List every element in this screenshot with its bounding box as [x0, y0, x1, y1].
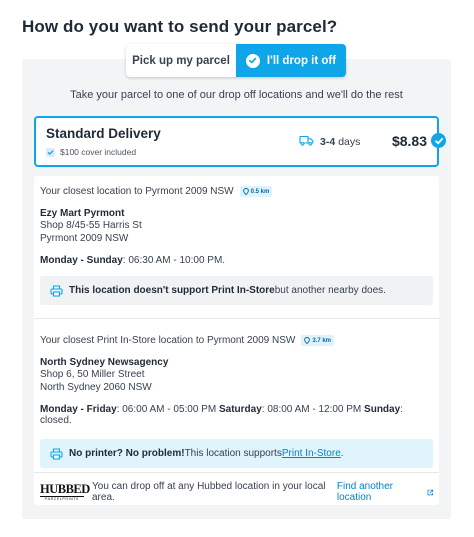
check-icon — [245, 53, 260, 68]
print-instore-location: Your closest Print In-Store location to … — [40, 335, 433, 468]
notice-bold: No printer? No problem! — [69, 448, 185, 459]
hubbed-logo-text: HUBBED — [40, 481, 90, 497]
dropoff-locations-card: Your closest location to Pyrmont 2009 NS… — [34, 176, 439, 505]
hubbed-logo: HUBBED PARCELPOINTS — [40, 481, 90, 502]
hubbed-footer: HUBBED PARCELPOINTS You can drop off at … — [40, 481, 433, 503]
hours-days: Monday - Friday — [40, 404, 117, 415]
hours-days: Saturday — [218, 404, 262, 415]
page-title: How do you want to send your parcel? — [22, 17, 338, 36]
hours-days: Sunday — [364, 404, 401, 415]
delivery-price: $8.83 — [391, 133, 427, 149]
location-heading: Your closest location to Pyrmont 2009 NS… — [40, 186, 234, 197]
location-name: North Sydney Newsagency — [40, 357, 169, 368]
divider — [34, 472, 439, 473]
dropoff-option-button[interactable]: I'll drop it off — [236, 44, 346, 77]
send-options-panel: Pick up my parcel I'll drop it off Take … — [22, 44, 451, 519]
print-instore-notice: This location doesn't support Print In-S… — [40, 276, 433, 305]
printer-icon — [50, 447, 63, 460]
send-method-toggle: Pick up my parcel I'll drop it off — [126, 44, 346, 77]
external-link-icon — [427, 489, 433, 495]
hubbed-logo-subtext: PARCELPOINTS — [45, 497, 79, 501]
selected-check-icon — [431, 133, 446, 148]
delivery-days-value: 3-4 — [320, 136, 336, 148]
location-heading-row: Your closest Print In-Store location to … — [40, 335, 433, 346]
delivery-title: Standard Delivery — [46, 126, 161, 141]
cover-info: $100 cover included — [46, 147, 136, 157]
address-line: North Sydney 2060 NSW — [40, 381, 152, 393]
dropoff-option-label: I'll drop it off — [266, 54, 337, 67]
closest-location: Your closest location to Pyrmont 2009 NS… — [40, 186, 433, 305]
location-name: Ezy Mart Pyrmont — [40, 208, 125, 219]
pickup-option-label: Pick up my parcel — [132, 54, 230, 67]
address-line: Pyrmont 2009 NSW — [40, 232, 129, 244]
cover-text: $100 cover included — [60, 147, 137, 157]
opening-hours: Monday - Sunday: 06:30 AM - 10:00 PM. — [40, 255, 433, 266]
distance-badge: 3.7 km — [301, 335, 334, 346]
cover-check-icon — [46, 147, 55, 157]
find-location-label: Find another location — [336, 481, 394, 503]
location-heading-row: Your closest location to Pyrmont 2009 NS… — [40, 186, 433, 197]
pin-icon — [242, 188, 249, 195]
divider — [34, 318, 439, 319]
hours-times: : 06:30 AM - 10:00 PM. — [122, 255, 226, 266]
notice-end: . — [340, 448, 344, 459]
address-line: Shop 6, 50 Miller Street — [40, 369, 145, 380]
dropoff-intro-text: Take your parcel to one of our drop off … — [70, 89, 403, 101]
opening-hours: Monday - Friday: 06:00 AM - 05:00 PM Sat… — [40, 404, 433, 426]
hours-times: : 08:00 AM - 12:00 PM — [261, 404, 365, 415]
standard-delivery-option[interactable]: Standard Delivery $100 cover included 3-… — [34, 116, 446, 167]
delivery-days-unit: days — [338, 136, 361, 148]
printer-icon — [50, 284, 63, 297]
distance-badge: 0.5 km — [239, 186, 273, 197]
print-instore-link[interactable]: Print In-Store — [282, 448, 341, 459]
notice-bold: This location doesn't support Print In-S… — [69, 285, 275, 296]
hours-days: Monday - Sunday — [40, 255, 123, 266]
delivery-time: 3-4 days — [299, 135, 360, 149]
pin-icon — [304, 337, 311, 344]
hours-times: : 06:00 AM - 05:00 PM — [116, 404, 219, 415]
print-instore-supported-notice: No printer? No problem! This location su… — [40, 439, 433, 468]
pickup-option-button[interactable]: Pick up my parcel — [126, 44, 236, 77]
distance-value: 3.7 km — [312, 337, 331, 344]
find-another-location-link[interactable]: Find another location — [337, 481, 433, 503]
truck-icon — [299, 135, 314, 149]
footer-text: You can drop off at any Hubbed location … — [92, 481, 326, 503]
address-line: Shop 8/45-55 Harris St — [40, 220, 142, 231]
notice-text: This location supports — [184, 448, 282, 459]
distance-value: 0.5 km — [250, 188, 270, 195]
location-heading: Your closest Print In-Store location to … — [40, 335, 296, 346]
notice-text: but another nearby does. — [274, 285, 386, 296]
